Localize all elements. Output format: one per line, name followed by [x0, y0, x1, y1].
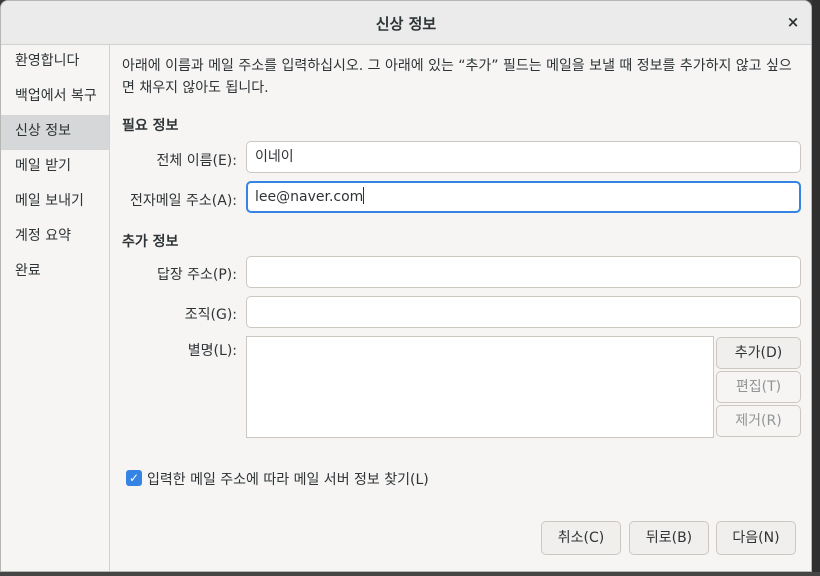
background-window-strip	[0, 572, 820, 576]
window-title: 신상 정보	[375, 15, 437, 33]
sidebar-item-receiving-email[interactable]: 메일 받기	[1, 150, 109, 185]
email-label: 전자메일 주소(A):	[130, 193, 237, 209]
lookup-checkbox[interactable]: ✓	[126, 470, 142, 486]
full-name-label: 전체 이름(E):	[156, 153, 237, 169]
close-icon: ×	[786, 13, 800, 31]
sidebar-item-welcome[interactable]: 환영합니다	[1, 45, 109, 80]
sidebar-item-restore-backup[interactable]: 백업에서 복구	[1, 80, 109, 115]
identity-page: 아래에 이름과 메일 주소를 입력하십시오. 그 아래에 있는 “추가” 필드는…	[110, 45, 811, 571]
aliases-list[interactable]	[246, 336, 714, 438]
background-desktop	[812, 0, 820, 576]
required-info-heading: 필요 정보	[122, 118, 179, 134]
optional-info-heading: 추가 정보	[122, 234, 179, 250]
check-icon: ✓	[128, 471, 140, 485]
close-button[interactable]: ×	[781, 10, 805, 34]
full-name-input[interactable]: 이네이	[246, 141, 801, 173]
sidebar-item-account-summary[interactable]: 계정 요약	[1, 220, 109, 255]
email-value: lee@naver.com	[255, 189, 364, 205]
reply-to-label: 답장 주소(P):	[156, 267, 237, 283]
edit-alias-button[interactable]: 편집(T)	[716, 371, 801, 403]
add-alias-button[interactable]: 추가(D)	[716, 337, 801, 369]
back-button[interactable]: 뒤로(B)	[629, 521, 709, 555]
text-cursor	[363, 187, 365, 204]
intro-text: 아래에 이름과 메일 주소를 입력하십시오. 그 아래에 있는 “추가” 필드는…	[122, 55, 802, 99]
cancel-button[interactable]: 취소(C)	[541, 521, 621, 555]
remove-alias-button[interactable]: 제거(R)	[716, 405, 801, 437]
intro-line-1: 아래에 이름과 메일 주소를 입력하십시오. 그 아래에 있는 “추가” 필드는…	[122, 58, 792, 74]
reply-to-input[interactable]	[246, 256, 801, 288]
sidebar-item-identity[interactable]: 신상 정보	[1, 115, 109, 150]
organization-input[interactable]	[246, 296, 801, 328]
sidebar: 환영합니다 백업에서 복구 신상 정보 메일 받기 메일 보내기 계정 요약 완…	[1, 45, 110, 571]
aliases-label: 별명(L):	[187, 343, 237, 359]
organization-label: 조직(G):	[184, 307, 237, 323]
account-assistant-window: 신상 정보 × 환영합니다 백업에서 복구 신상 정보 메일 받기 메일 보내기…	[0, 0, 812, 572]
sidebar-item-done[interactable]: 완료	[1, 255, 109, 290]
next-button[interactable]: 다음(N)	[716, 521, 796, 555]
lookup-label[interactable]: 입력한 메일 주소에 따라 메일 서버 정보 찾기(L)	[147, 469, 429, 489]
email-input[interactable]: lee@naver.com	[246, 181, 801, 213]
intro-line-2: 면 채우지 않아도 됩니다.	[122, 80, 269, 96]
sidebar-item-sending-email[interactable]: 메일 보내기	[1, 185, 109, 220]
titlebar: 신상 정보 ×	[1, 1, 811, 45]
